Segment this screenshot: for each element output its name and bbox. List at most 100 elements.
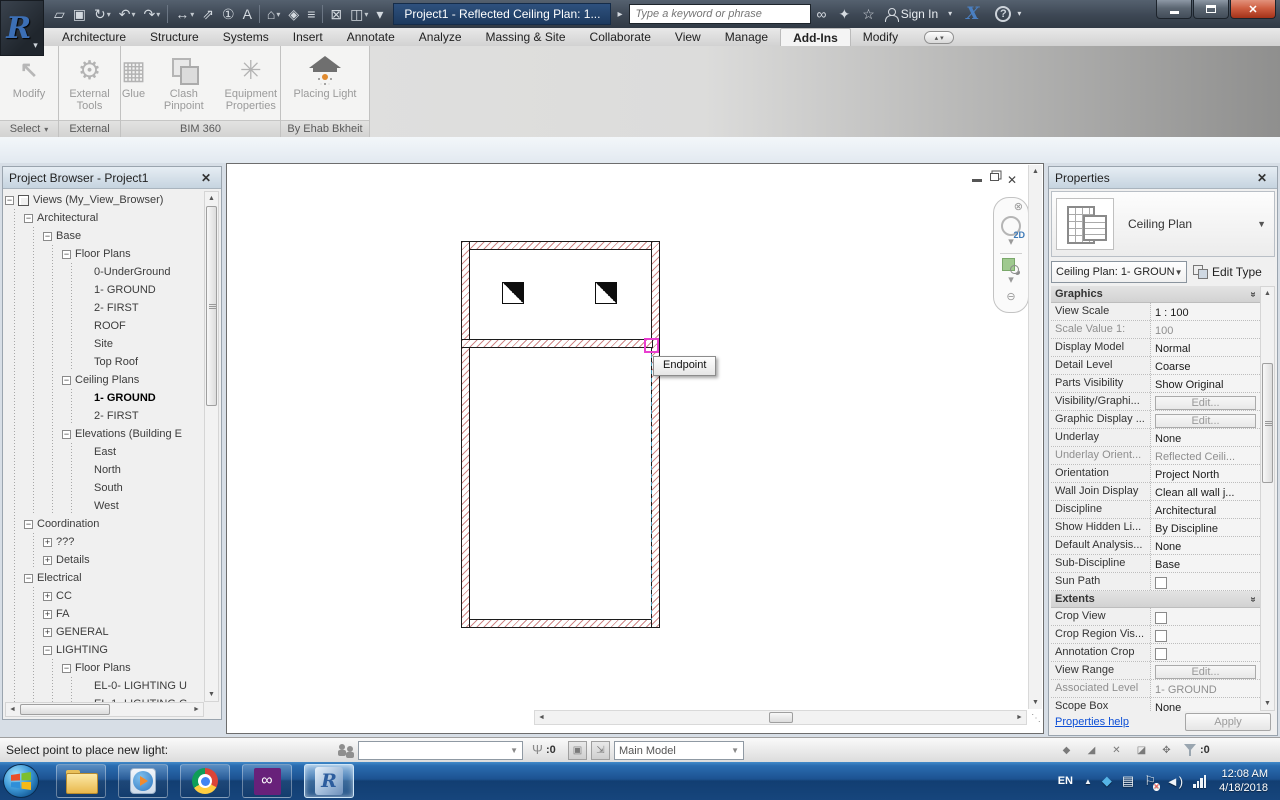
tree-expander-minus[interactable]: − bbox=[62, 430, 71, 439]
tree-item-el-0-lighting-u[interactable]: EL-0- LIGHTING U bbox=[5, 677, 204, 695]
title-flyout-icon[interactable]: ▸ bbox=[617, 9, 622, 20]
favorites-star-icon[interactable]: ☆ bbox=[862, 7, 875, 21]
navbar-close-icon[interactable]: ⊗ bbox=[1014, 201, 1023, 214]
property-value[interactable]: 100 bbox=[1151, 321, 1260, 338]
clock[interactable]: 12:08 AM 4/18/2018 bbox=[1219, 767, 1268, 795]
subscription-icon[interactable]: ✦ bbox=[839, 7, 851, 21]
taskbar-revit-button[interactable]: R bbox=[304, 764, 354, 798]
help-icon[interactable]: ? bbox=[995, 6, 1011, 22]
active-workset-combo[interactable]: ▼ bbox=[358, 741, 523, 760]
search-icon[interactable]: ∞ bbox=[817, 7, 827, 21]
zoom-caret-icon[interactable]: ▾ bbox=[1008, 274, 1014, 287]
project-browser-hscrollbar[interactable]: ◄ ► bbox=[5, 702, 204, 717]
type-selector-caret-icon[interactable]: ▼ bbox=[1257, 219, 1274, 229]
project-browser-close-icon[interactable]: ✕ bbox=[197, 171, 215, 185]
search-input[interactable] bbox=[629, 4, 811, 24]
minimize-button[interactable] bbox=[1156, 0, 1192, 19]
edit-button[interactable]: Edit... bbox=[1155, 396, 1256, 410]
tree-item-electrical[interactable]: −Electrical bbox=[5, 569, 204, 587]
select-links-icon[interactable]: ◆ bbox=[1057, 741, 1076, 760]
drawing-area[interactable]: ✕ ⊗ ▾ ▾ ⊖ Endpoint ▲ ▼ ◄ ► ⋱ bbox=[226, 163, 1044, 734]
collapse-chevron-icon[interactable]: « bbox=[1248, 596, 1259, 602]
undo-icon[interactable]: ↶▾ bbox=[115, 3, 140, 25]
tree-expander-minus[interactable]: − bbox=[24, 520, 33, 529]
action-center-flag-icon[interactable]: ⚐ bbox=[1144, 773, 1156, 789]
tree-expander-plus[interactable]: + bbox=[43, 610, 52, 619]
project-browser-vscrollbar[interactable]: ▲ ▼ bbox=[204, 191, 219, 702]
scrollbar-thumb[interactable] bbox=[206, 206, 217, 406]
resize-grip[interactable]: ⋱ bbox=[1031, 713, 1041, 724]
clipboard-icon[interactable]: ▤ bbox=[1122, 773, 1134, 789]
checkbox[interactable] bbox=[1155, 612, 1167, 624]
tree-item-architectural[interactable]: −Architectural bbox=[5, 209, 204, 227]
property-value[interactable]: Coarse bbox=[1151, 357, 1260, 374]
sign-in-caret-icon[interactable]: ▾ bbox=[948, 10, 952, 18]
property-value[interactable]: Architectural bbox=[1151, 501, 1260, 518]
tree-item-[interactable]: +??? bbox=[5, 533, 204, 551]
wall-right[interactable] bbox=[651, 241, 660, 628]
tree-item-south[interactable]: South bbox=[5, 479, 204, 497]
scroll-down-icon[interactable]: ▼ bbox=[1029, 696, 1042, 709]
tree-expander-minus[interactable]: − bbox=[43, 646, 52, 655]
property-value[interactable] bbox=[1151, 573, 1260, 590]
scroll-right-icon[interactable]: ► bbox=[190, 703, 203, 716]
type-selector[interactable]: Ceiling Plan ▼ bbox=[1051, 191, 1275, 257]
tree-item-views-my-view-browser[interactable]: −Views (My_View_Browser) bbox=[5, 191, 204, 209]
zoom-region-icon[interactable] bbox=[1002, 258, 1020, 274]
tab-manage[interactable]: Manage bbox=[713, 28, 780, 46]
instance-selector-combo[interactable]: Ceiling Plan: 1- GROUN▼ bbox=[1051, 261, 1187, 283]
placing-light-button[interactable]: Placing Light bbox=[290, 49, 361, 103]
taskbar-visual-studio-button[interactable]: ∞ bbox=[242, 764, 292, 798]
equipment-properties-button[interactable]: ✳ Equipment Properties bbox=[218, 49, 284, 115]
tree-expander-minus[interactable]: − bbox=[5, 196, 14, 205]
property-value[interactable]: By Discipline bbox=[1151, 519, 1260, 536]
property-value[interactable]: Base bbox=[1151, 555, 1260, 572]
select-by-face-icon[interactable]: ◪ bbox=[1132, 741, 1151, 760]
language-indicator[interactable]: EN bbox=[1058, 775, 1073, 787]
wall-left[interactable] bbox=[461, 241, 470, 628]
synchronize-icon[interactable]: ↻▾ bbox=[90, 3, 115, 25]
edit-button[interactable]: Edit... bbox=[1155, 665, 1256, 679]
tree-expander-minus[interactable]: − bbox=[62, 664, 71, 673]
tree-item-base[interactable]: −Base bbox=[5, 227, 204, 245]
taskbar-explorer-button[interactable] bbox=[56, 764, 106, 798]
volume-icon[interactable]: ◄) bbox=[1166, 774, 1183, 789]
tree-expander-plus[interactable]: + bbox=[43, 538, 52, 547]
measure-icon[interactable]: ↔▾ bbox=[171, 3, 198, 25]
select-pinned-icon[interactable]: ✕ bbox=[1107, 741, 1126, 760]
canvas-hscrollbar[interactable]: ◄ ► bbox=[534, 710, 1027, 725]
canvas-vscrollbar[interactable]: ▲ ▼ bbox=[1028, 165, 1042, 709]
section-header-graphics[interactable]: Graphics« bbox=[1051, 286, 1260, 303]
property-value[interactable]: Edit... bbox=[1151, 662, 1260, 679]
section-icon[interactable]: ◈ bbox=[284, 3, 303, 25]
tree-expander-plus[interactable]: + bbox=[43, 628, 52, 637]
taskbar-chrome-button[interactable] bbox=[180, 764, 230, 798]
drag-on-selection-icon[interactable]: ✥ bbox=[1157, 741, 1176, 760]
sign-in-person-icon[interactable] bbox=[885, 8, 897, 21]
help-caret-icon[interactable]: ▾ bbox=[1017, 10, 1021, 18]
tab-structure[interactable]: Structure bbox=[138, 28, 211, 46]
filter-icon[interactable] bbox=[1184, 743, 1197, 760]
project-browser-titlebar[interactable]: Project Browser - Project1 ✕ bbox=[3, 167, 221, 189]
tree-item-el-1-lighting-g[interactable]: EL-1- LIGHTING G bbox=[5, 695, 204, 702]
scrollbar-thumb[interactable] bbox=[20, 704, 110, 715]
design-options-icon[interactable]: ▣ bbox=[568, 741, 587, 760]
scroll-left-icon[interactable]: ◄ bbox=[6, 703, 19, 716]
clash-pinpoint-button[interactable]: Clash Pinpoint bbox=[156, 49, 212, 115]
property-value[interactable]: Project North bbox=[1151, 465, 1260, 482]
view-close-icon[interactable]: ✕ bbox=[1007, 175, 1017, 185]
active-option-icon[interactable]: ⇲ bbox=[591, 741, 610, 760]
property-value[interactable]: Edit... bbox=[1151, 411, 1260, 428]
tab-collaborate[interactable]: Collaborate bbox=[578, 28, 663, 46]
properties-vscrollbar[interactable]: ▲ ▼ bbox=[1260, 286, 1275, 711]
panel-display-toggle[interactable]: ▴ ▾ bbox=[924, 31, 954, 44]
tree-item-roof[interactable]: ROOF bbox=[5, 317, 204, 335]
tree-expander-minus[interactable]: − bbox=[24, 214, 33, 223]
show-hidden-icons-icon[interactable]: ▲ bbox=[1084, 777, 1092, 786]
save-icon[interactable]: ▣ bbox=[69, 3, 90, 25]
tree-item-1-ground[interactable]: 1- GROUND bbox=[5, 389, 204, 407]
design-option-combo[interactable]: Main Model▼ bbox=[614, 741, 744, 760]
tab-systems[interactable]: Systems bbox=[211, 28, 281, 46]
close-button[interactable]: ✕ bbox=[1230, 0, 1276, 19]
tree-item-2-first[interactable]: 2- FIRST bbox=[5, 299, 204, 317]
